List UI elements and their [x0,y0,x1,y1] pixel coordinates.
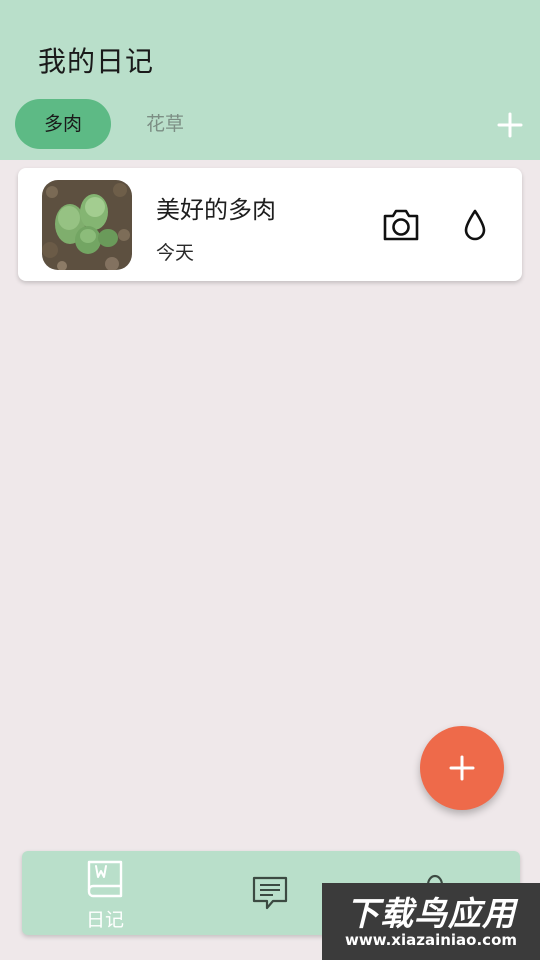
watermark-title: 下载鸟应用 [346,894,516,933]
chat-icon [252,876,288,910]
book-icon [87,860,123,898]
add-category-button[interactable] [495,110,525,140]
plus-icon [449,755,475,781]
tab-succulent[interactable]: 多肉 [15,99,111,149]
nav-diary[interactable]: 日记 [50,851,160,935]
app-header: 我的日记 多肉 花草 [0,0,540,160]
camera-icon [383,209,419,241]
water-drop-icon [464,209,486,241]
water-button[interactable] [463,208,487,242]
nav-diary-label: 日记 [85,909,124,931]
plant-thumbnail [42,180,132,270]
plus-icon [497,112,523,138]
diary-card[interactable]: 美好的多肉 今天 [18,168,522,281]
tab-flowers[interactable]: 花草 [117,99,213,149]
diary-date: 今天 [156,242,195,264]
watermark-logo: 下载鸟应用 www.xiazainiao.com [322,883,540,960]
add-diary-button[interactable] [420,726,504,810]
camera-button[interactable] [382,208,420,242]
page-title: 我的日记 [38,45,155,78]
nav-messages[interactable] [215,851,325,935]
diary-title: 美好的多肉 [156,196,276,224]
watermark-url: www.xiazainiao.com [344,931,518,949]
